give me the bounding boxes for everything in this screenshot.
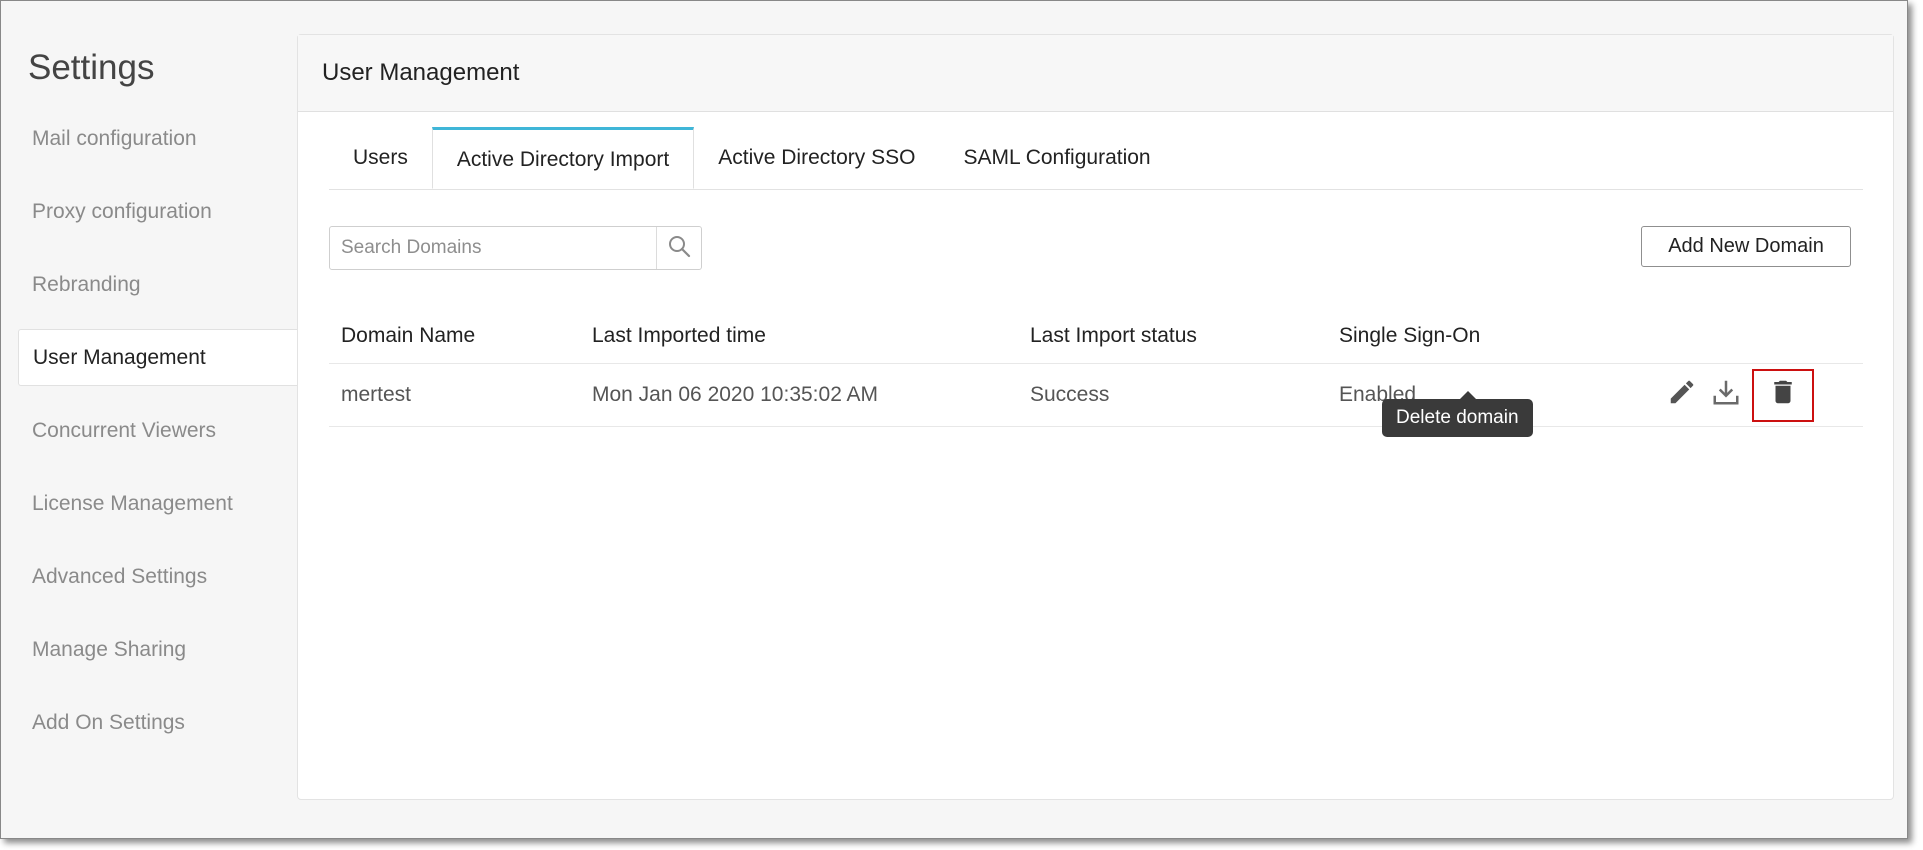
- sidebar-item-license-management[interactable]: License Management: [18, 475, 297, 532]
- settings-title: Settings: [28, 48, 155, 87]
- delete-domain-tooltip: Delete domain: [1382, 391, 1533, 437]
- search-input[interactable]: [330, 227, 656, 269]
- sidebar-item-advanced-settings[interactable]: Advanced Settings: [18, 548, 297, 605]
- cell-last-imported-time: Mon Jan 06 2020 10:35:02 AM: [592, 383, 879, 406]
- delete-domain-button[interactable]: [1752, 368, 1814, 422]
- sidebar-item-mail-configuration[interactable]: Mail configuration: [18, 110, 297, 167]
- sidebar-item-user-management[interactable]: User Management: [18, 329, 297, 386]
- sidebar-item-proxy-configuration[interactable]: Proxy configuration: [18, 183, 297, 240]
- trash-icon: [1768, 376, 1798, 414]
- panel-title: User Management: [298, 35, 1893, 112]
- download-icon: [1711, 377, 1741, 413]
- user-management-panel: User Management Users Active Directory I…: [297, 34, 1894, 800]
- cell-domain-name: mertest: [341, 383, 412, 406]
- column-header-single-sign-on[interactable]: Single Sign-On: [1339, 324, 1639, 348]
- settings-window: Settings Mail configuration Proxy config…: [0, 0, 1908, 839]
- sidebar-item-manage-sharing[interactable]: Manage Sharing: [18, 621, 297, 678]
- row-actions: [1639, 368, 1863, 422]
- tab-active-directory-sso[interactable]: Active Directory SSO: [694, 127, 939, 189]
- sidebar-item-concurrent-viewers[interactable]: Concurrent Viewers: [18, 402, 297, 459]
- column-header-last-import-status[interactable]: Last Import status: [1030, 324, 1339, 348]
- edit-domain-button[interactable]: [1664, 375, 1700, 415]
- search-button[interactable]: [656, 227, 701, 269]
- cell-last-import-status: Success: [1030, 383, 1110, 406]
- sidebar-item-rebranding[interactable]: Rebranding: [18, 256, 297, 313]
- search-icon: [667, 234, 691, 263]
- column-header-domain-name[interactable]: Domain Name: [329, 324, 592, 348]
- tab-saml-configuration[interactable]: SAML Configuration: [939, 127, 1174, 189]
- edit-icon: [1667, 377, 1697, 413]
- domains-table: Domain Name Last Imported time Last Impo…: [329, 308, 1863, 427]
- sidebar: Settings Mail configuration Proxy config…: [1, 1, 297, 838]
- download-domain-button[interactable]: [1708, 375, 1744, 415]
- tab-bar: Users Active Directory Import Active Dir…: [329, 127, 1863, 190]
- tab-active-directory-import[interactable]: Active Directory Import: [431, 127, 695, 189]
- sidebar-item-add-on-settings[interactable]: Add On Settings: [18, 694, 297, 751]
- tab-users[interactable]: Users: [329, 127, 432, 189]
- table-header: Domain Name Last Imported time Last Impo…: [329, 308, 1863, 364]
- sidebar-nav: Mail configuration Proxy configuration R…: [18, 110, 297, 767]
- column-header-last-imported-time[interactable]: Last Imported time: [592, 324, 1030, 348]
- search-box: [329, 226, 702, 270]
- add-new-domain-button[interactable]: Add New Domain: [1641, 226, 1851, 267]
- table-row: mertest Mon Jan 06 2020 10:35:02 AM Succ…: [329, 364, 1863, 427]
